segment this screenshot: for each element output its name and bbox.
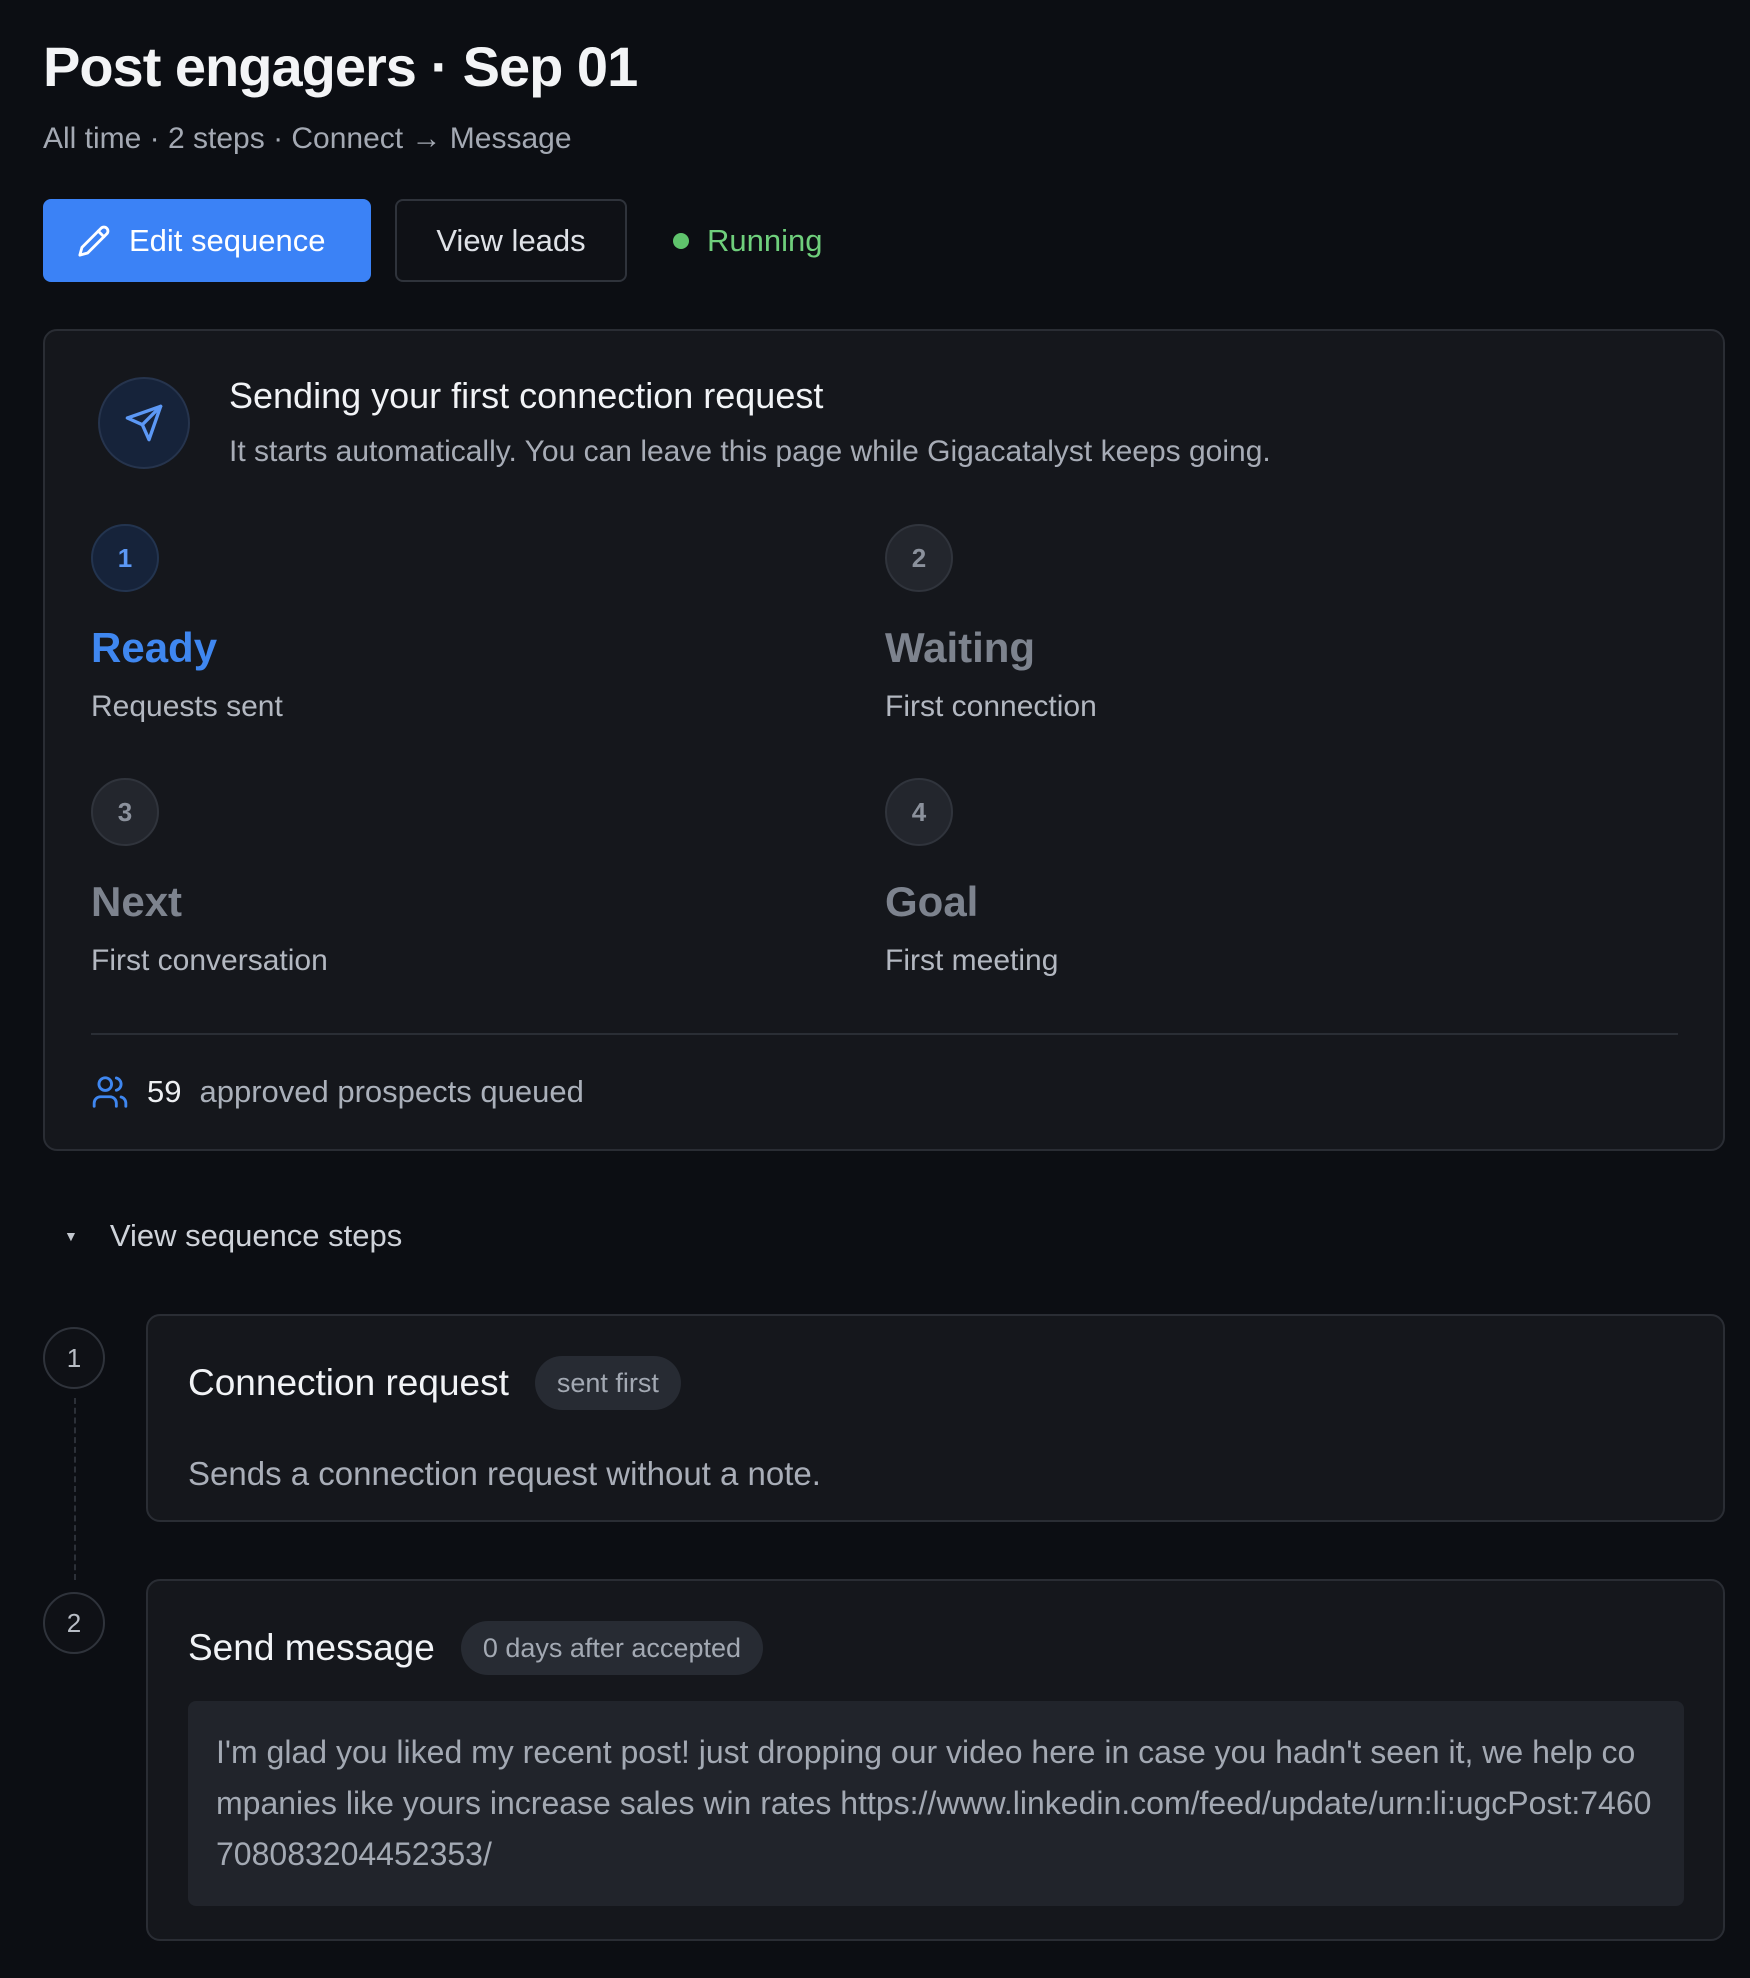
sequence-step-header: Send message 0 days after accepted [188, 1621, 763, 1675]
sequence-step-connection-request[interactable]: Connection request sent first Sends a co… [146, 1314, 1725, 1522]
users-icon [92, 1076, 128, 1108]
status-label: Running [707, 222, 823, 258]
queued-text: approved prospects queued [199, 1074, 584, 1109]
progress-step-goal: 4 Goal First meeting [885, 778, 1585, 978]
sequence-step-description: Sends a connection request without a not… [188, 1455, 821, 1492]
edit-sequence-button[interactable]: Edit sequence [43, 199, 371, 282]
step-number: 2 [885, 524, 953, 592]
page-subtitle: All time · 2 steps · Connect → Message [43, 122, 572, 155]
progress-card-description: It starts automatically. You can leave t… [229, 435, 1271, 468]
send-icon [98, 377, 190, 469]
status-badge: Running [673, 223, 822, 259]
step-sublabel: First meeting [885, 944, 1059, 977]
step-number: 3 [91, 778, 159, 846]
pencil-icon [78, 225, 110, 257]
action-bar: Edit sequence View leads Running [43, 199, 822, 282]
timeline-connector [74, 1398, 76, 1580]
step-sublabel: Requests sent [91, 690, 283, 723]
view-sequence-steps-toggle[interactable]: ▼ View sequence steps [64, 1218, 402, 1254]
step-sublabel: First connection [885, 690, 1097, 723]
sequence-step-title: Connection request [188, 1362, 509, 1403]
progress-step-ready: 1 Ready Requests sent [91, 524, 791, 724]
message-preview: I'm glad you liked my recent post! just … [188, 1701, 1684, 1906]
timeline-step-number: 2 [43, 1592, 105, 1654]
step-label: Goal [885, 878, 979, 925]
edit-sequence-label: Edit sequence [129, 222, 326, 258]
step-label: Waiting [885, 624, 1036, 671]
progress-step-next: 3 Next First conversation [91, 778, 791, 978]
view-leads-button[interactable]: View leads [395, 199, 627, 282]
progress-card: Sending your first connection request It… [43, 329, 1725, 1151]
toggle-label: View sequence steps [109, 1218, 403, 1253]
progress-step-waiting: 2 Waiting First connection [885, 524, 1585, 724]
sequence-step-send-message[interactable]: Send message 0 days after accepted I'm g… [146, 1579, 1725, 1941]
progress-card-title: Sending your first connection request [229, 375, 824, 416]
step-label: Next [91, 878, 183, 925]
card-divider [91, 1033, 1678, 1035]
timing-pill: 0 days after accepted [460, 1621, 763, 1675]
caret-down-icon: ▼ [64, 1228, 78, 1244]
status-dot-icon [673, 232, 689, 249]
page-title: Post engagers · Sep 01 [43, 35, 638, 98]
step-label: Ready [91, 624, 218, 671]
step-sublabel: First conversation [91, 944, 328, 977]
step-number: 4 [885, 778, 953, 846]
timing-pill: sent first [534, 1356, 681, 1410]
sequence-detail-page: Post engagers · Sep 01 All time · 2 step… [0, 0, 1750, 1978]
timeline-step-number: 1 [43, 1327, 105, 1389]
step-number: 1 [91, 524, 159, 592]
queued-count: 59 [147, 1074, 182, 1109]
queued-prospects: 59 approved prospects queued [91, 1073, 584, 1111]
sequence-step-title: Send message [188, 1627, 435, 1668]
sequence-step-header: Connection request sent first [188, 1356, 681, 1410]
